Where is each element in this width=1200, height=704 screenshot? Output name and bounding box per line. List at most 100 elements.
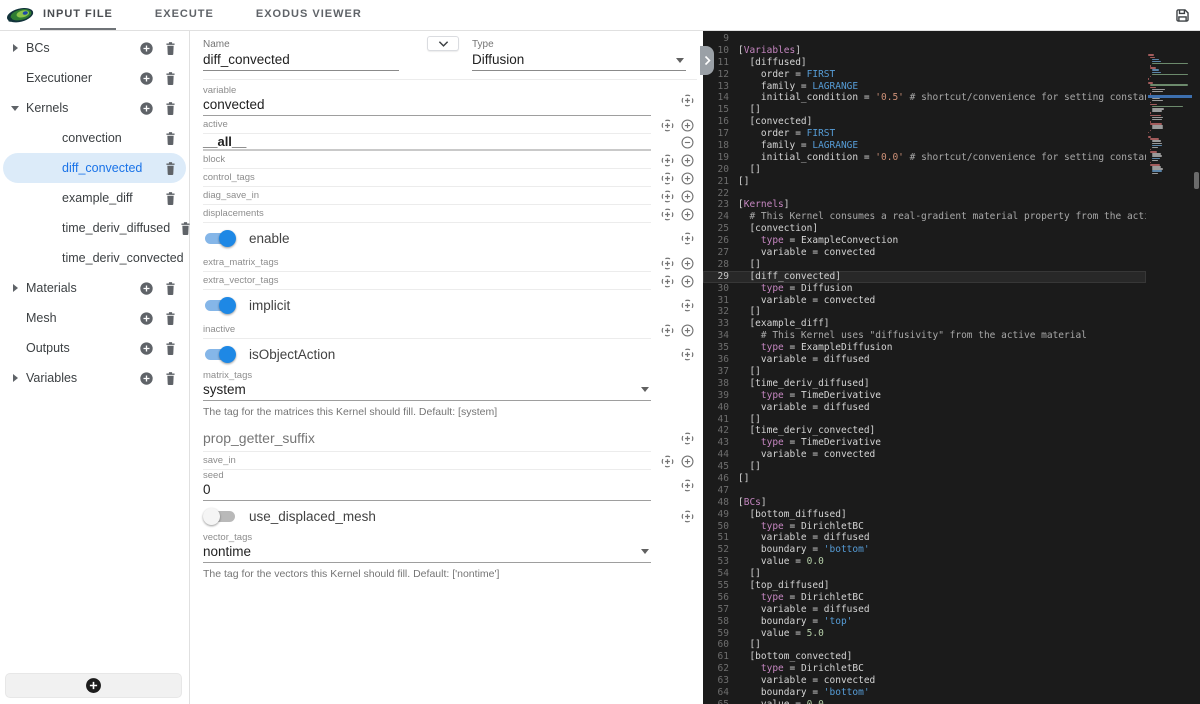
focus-target-icon[interactable] [680,478,695,493]
code-line-54[interactable]: 54 [] [703,568,1146,580]
add-circle-icon[interactable] [680,323,695,338]
chevron-right-icon[interactable] [8,44,22,52]
trash-icon[interactable] [161,309,179,327]
code-line-43[interactable]: 43 type = TimeDerivative [703,437,1146,449]
code-line-31[interactable]: 31 variable = convected [703,295,1146,307]
sidebar-item-Executioner[interactable]: Executioner [0,63,189,93]
code-line-53[interactable]: 53 value = 0.0 [703,556,1146,568]
param-field[interactable]: control_tags [203,169,651,187]
code-line-17[interactable]: 17 order = FIRST [703,128,1146,140]
code-line-62[interactable]: 62 type = DirichletBC [703,663,1146,675]
code-line-33[interactable]: 33 [example_diff] [703,318,1146,330]
add-circle-icon[interactable] [680,274,695,289]
code-line-42[interactable]: 42 [time_deriv_convected] [703,425,1146,437]
code-line-38[interactable]: 38 [time_deriv_diffused] [703,378,1146,390]
sidebar-item-Variables[interactable]: Variables [0,363,189,393]
code-line-39[interactable]: 39 type = TimeDerivative [703,390,1146,402]
param-field[interactable]: extra_matrix_tags [203,254,651,272]
code-line-10[interactable]: 10 [Variables] [703,45,1146,57]
type-field[interactable]: Type Diffusion [472,35,686,71]
add-circle-icon[interactable] [680,189,695,204]
code-line-55[interactable]: 55 [top_diffused] [703,580,1146,592]
param-field[interactable]: active [203,116,651,134]
code-line-18[interactable]: 18 family = LAGRANGE [703,140,1146,152]
param-field[interactable]: block [203,151,651,169]
remove-circle-icon[interactable] [680,135,695,150]
trash-icon[interactable] [161,369,179,387]
sidebar-item-Materials[interactable]: Materials [0,273,189,303]
focus-target-icon[interactable] [680,298,695,313]
code-line-56[interactable]: 56 type = DirichletBC [703,592,1146,604]
code-line-19[interactable]: 19 initial_condition = '0.0' # shortcut/… [703,152,1146,164]
toggle-isObjectAction[interactable] [203,345,237,365]
trash-icon[interactable] [161,39,179,57]
code-line-49[interactable]: 49 [bottom_diffused] [703,509,1146,521]
code-line-28[interactable]: 28 [] [703,259,1146,271]
toggle-enable[interactable] [203,229,237,249]
toggle-implicit[interactable] [203,296,237,316]
param-field[interactable]: implicit [203,296,651,316]
code-line-37[interactable]: 37 [] [703,366,1146,378]
code-line-9[interactable]: 9 [703,33,1146,45]
code-line-12[interactable]: 12 order = FIRST [703,69,1146,81]
param-placeholder[interactable]: prop_getter_suffix [203,430,651,446]
chevron-right-icon[interactable] [8,284,22,292]
param-field[interactable]: enable [203,229,651,249]
code-line-45[interactable]: 45 [] [703,461,1146,473]
sidebar-item-Kernels[interactable]: Kernels [0,93,189,123]
add-circle-icon[interactable] [680,153,695,168]
focus-target-icon[interactable] [680,509,695,524]
code-line-11[interactable]: 11 [diffused] [703,57,1146,69]
trash-icon[interactable] [161,99,179,117]
focus-target-icon[interactable] [660,171,675,186]
param-field[interactable]: extra_vector_tags [203,272,651,290]
sidebar-item-example_diff[interactable]: example_diff [0,183,189,213]
code-line-35[interactable]: 35 type = ExampleDiffusion [703,342,1146,354]
collapse-section-button[interactable] [427,36,459,51]
code-line-64[interactable]: 64 boundary = 'bottom' [703,687,1146,699]
focus-target-icon[interactable] [660,153,675,168]
code-line-13[interactable]: 13 family = LAGRANGE [703,81,1146,93]
code-line-26[interactable]: 26 type = ExampleConvection [703,235,1146,247]
code-line-58[interactable]: 58 boundary = 'top' [703,616,1146,628]
param-value[interactable]: 0 [203,481,651,500]
focus-target-icon[interactable] [660,454,675,469]
param-field[interactable]: isObjectAction [203,345,651,365]
add-circle-icon[interactable] [680,171,695,186]
code-line-50[interactable]: 50 type = DirichletBC [703,521,1146,533]
add-icon[interactable] [137,369,155,387]
add-circle-icon[interactable] [680,118,695,133]
editor-scrollbar[interactable] [1194,172,1199,189]
code-line-47[interactable]: 47 [703,485,1146,497]
param-field[interactable]: vector_tags nontime [203,532,651,563]
add-icon[interactable] [137,69,155,87]
code-line-16[interactable]: 16 [convected] [703,116,1146,128]
param-field[interactable]: matrix_tags system [203,370,651,401]
add-circle-icon[interactable] [680,454,695,469]
code-line-59[interactable]: 59 value = 5.0 [703,628,1146,640]
param-field[interactable]: prop_getter_suffix [203,425,651,452]
code-line-15[interactable]: 15 [] [703,104,1146,116]
code-line-41[interactable]: 41 [] [703,414,1146,426]
add-block-button[interactable] [6,674,181,697]
code-line-40[interactable]: 40 variable = diffused [703,402,1146,414]
code-line-48[interactable]: 48 [BCs] [703,497,1146,509]
tab-exodus-viewer[interactable]: EXODUS VIEWER [253,0,365,30]
name-field-value[interactable]: diff_convected [203,50,399,71]
trash-icon[interactable] [161,129,179,147]
param-value[interactable]: nontime [203,543,651,562]
code-line-63[interactable]: 63 variable = convected [703,675,1146,687]
focus-target-icon[interactable] [660,323,675,338]
focus-target-icon[interactable] [660,256,675,271]
minimap[interactable] [1148,33,1192,702]
focus-target-icon[interactable] [680,347,695,362]
trash-icon[interactable] [161,69,179,87]
code-line-20[interactable]: 20 [] [703,164,1146,176]
trash-icon[interactable] [161,339,179,357]
code-lines[interactable]: 9 10 [Variables] 11 [diffused] 12 order = FI… [703,33,1146,704]
sidebar-item-diff_convected[interactable]: diff_convected [3,153,186,183]
focus-target-icon[interactable] [660,118,675,133]
add-icon[interactable] [137,339,155,357]
param-field[interactable]: inactive [203,321,651,339]
code-line-34[interactable]: 34 # This Kernel uses "diffusivity" from… [703,330,1146,342]
